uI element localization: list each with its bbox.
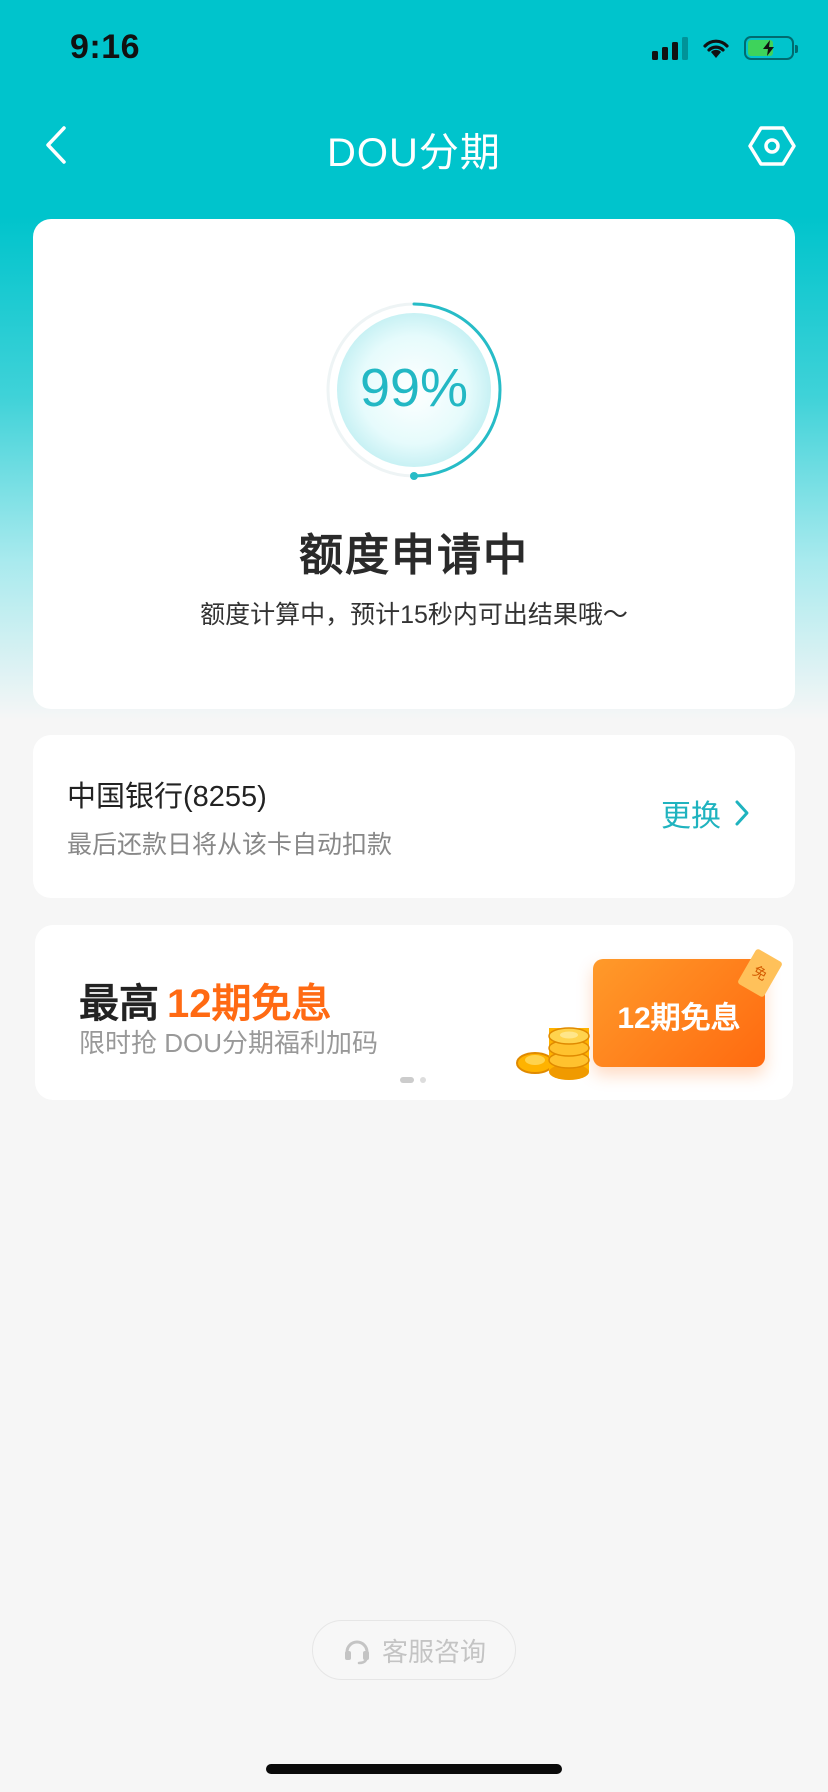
carousel-dot-active (400, 1077, 414, 1083)
carousel-dot (420, 1077, 426, 1083)
customer-service-label: 客服咨询 (381, 1636, 486, 1667)
page-title: DOU分期 (327, 131, 501, 175)
status-time: 9:16 (70, 28, 141, 66)
home-indicator[interactable] (266, 1764, 562, 1774)
gold-coins-icon (516, 1027, 590, 1080)
coupon-text: 12期免息 (617, 1002, 741, 1035)
bank-card-name: 中国银行(8255) (67, 781, 267, 813)
promo-banner[interactable]: 最高 12期免息 限时抢 DOU分期福利加码 12期免息 免 (35, 925, 793, 1100)
application-progress-card: 99% 额度申请中 额度计算中，预计15秒内可出结果哦～ (33, 219, 795, 709)
chevron-right-icon (735, 800, 749, 826)
wifi-icon (703, 39, 729, 58)
repayment-card-section: 中国银行(8255) 最后还款日将从该卡自动扣款 更换 (33, 735, 795, 898)
settings-hexagon-icon (748, 126, 796, 166)
promo-title-prefix: 最高 (79, 982, 159, 1026)
change-card-label: 更换 (661, 800, 721, 833)
status-bar: 9:16 (0, 0, 828, 100)
promo-illustration: 12期免息 免 (515, 948, 785, 1083)
headset-icon (344, 1640, 369, 1665)
coupon-image: 12期免息 (593, 959, 765, 1067)
status-subtitle: 额度计算中，预计15秒内可出结果哦～ (200, 601, 628, 629)
progress-percent: 99% (359, 358, 469, 418)
battery-icon (744, 36, 798, 60)
customer-service-button[interactable]: 客服咨询 (312, 1620, 516, 1680)
cellular-signal-icon (652, 36, 688, 60)
status-icons (652, 36, 798, 60)
settings-button[interactable] (746, 120, 798, 172)
promo-title-highlight: 12期免息 (167, 982, 332, 1026)
status-title: 额度申请中 (299, 531, 529, 580)
bank-card-note: 最后还款日将从该卡自动扣款 (67, 831, 393, 859)
change-card-button[interactable]: 更换 (661, 791, 751, 835)
promo-subtitle: 限时抢 DOU分期福利加码 (79, 1028, 379, 1058)
navigation-bar: DOU分期 (0, 100, 828, 194)
carousel-indicator (400, 1077, 426, 1083)
promo-title: 最高 12期免息 (79, 971, 332, 1029)
